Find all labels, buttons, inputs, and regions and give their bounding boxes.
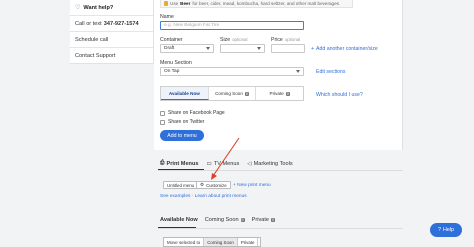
add-item-card: Use Beer for beer, cider, mead, kombucha… (154, 0, 403, 150)
hint-tag: Beer (180, 1, 191, 6)
share-facebook-row[interactable]: Share on Facebook Page (160, 110, 225, 116)
size-label: Size optional (220, 37, 247, 43)
tab-private-label: Private (251, 217, 270, 223)
hint-prefix: Use (170, 1, 179, 6)
hint-rest: for beer, cider, mead, kombucha, hard se… (192, 1, 341, 6)
menu-section-label: Menu Section (160, 60, 192, 66)
tabs-divider (158, 170, 403, 171)
help-title-row: ♡ Want help? (70, 0, 153, 16)
price-optional: optional (284, 37, 301, 42)
add-container-text: Add another container/size (316, 46, 378, 52)
availability-divider (158, 228, 403, 229)
call-row[interactable]: Call or text 347-927-1574 (70, 16, 153, 32)
print-examples-link[interactable]: See examples · Learn about print menus (160, 194, 247, 199)
size-select[interactable] (220, 44, 265, 53)
menu-section-value: On Tap (164, 69, 180, 74)
container-value: Draft (164, 46, 175, 51)
tab-coming-soon[interactable]: Coming Soon 0 (205, 217, 245, 223)
plus-icon: + (311, 46, 315, 52)
tab-marketing-tools[interactable]: ◁ Marketing Tools (247, 161, 292, 167)
help-button[interactable]: ? Help (430, 223, 462, 237)
share-twitter-row[interactable]: Share on Twitter (160, 119, 204, 125)
seg-available-label: Available Now (168, 90, 200, 96)
beer-hint: Use Beer for beer, cider, mead, kombucha… (160, 0, 353, 8)
seg-available-now[interactable]: Available Now (161, 87, 209, 100)
name-input[interactable]: e.g. New Belgium Fat Tire (160, 21, 304, 30)
tab-print-label: Print Menus (166, 160, 199, 167)
help-button-label: Help (442, 227, 455, 233)
size-optional: optional (232, 37, 248, 42)
twitter-checkbox[interactable] (160, 119, 165, 125)
tab-coming-label: Coming Soon (204, 217, 239, 223)
seg-coming-soon[interactable]: Coming Soon 0 (209, 87, 257, 100)
megaphone-icon: ◁ (247, 160, 252, 167)
container-select[interactable]: Draft (160, 44, 214, 53)
name-label: Name (160, 14, 174, 20)
untitled-menu-chip[interactable]: Untitled menu (163, 181, 199, 189)
facebook-checkbox[interactable] (160, 110, 165, 116)
chevron-down-icon (206, 47, 210, 50)
tab-marketing-label: Marketing Tools (253, 160, 293, 167)
add-container-link[interactable]: + Add another container/size (311, 46, 378, 52)
seg-coming-label: Coming Soon (215, 91, 243, 96)
price-input[interactable] (271, 44, 305, 53)
move-selected-bar: Move selected to Coming Soon Private (163, 237, 261, 247)
share-facebook-label: Share on Facebook Page (168, 110, 225, 116)
seg-private-label: Private (269, 91, 284, 96)
seg-private[interactable]: Private 0 (256, 87, 303, 100)
private-count-badge: 0 (271, 218, 276, 222)
help-panel: ♡ Want help? Call or text 347-927-1574 S… (70, 0, 154, 64)
price-label: Price optional (271, 37, 300, 43)
tab-available-now[interactable]: Available Now (160, 217, 198, 223)
schedule-call-link[interactable]: Schedule call (70, 32, 153, 48)
heart-icon: ♡ (75, 5, 81, 11)
menu-section-select[interactable]: On Tap (160, 67, 304, 76)
arrow-shaft (212, 137, 240, 177)
annotation-arrow (211, 137, 240, 180)
help-icon: ? (437, 227, 441, 233)
tab-print-menus[interactable]: ⎙ Print Menus (160, 160, 199, 167)
call-prefix: Call or text (75, 20, 102, 27)
size-label-text: Size (220, 37, 231, 43)
chevron-down-icon (296, 70, 300, 73)
availability-tabs: Available Now Coming Soon 0 Private 0 (160, 217, 276, 223)
coming-count-badge: 0 (240, 218, 245, 222)
edit-sections-link[interactable]: Edit sections (316, 69, 345, 75)
chevron-down-icon (257, 47, 261, 50)
availability-segmented-control: Available Now Coming Soon 0 Private 0 (160, 86, 304, 101)
help-title: Want help? (83, 4, 114, 11)
print-icon: ⎙ (160, 160, 165, 166)
add-to-menu-button[interactable]: Add to menu (160, 130, 204, 141)
container-label: Container (160, 37, 183, 43)
contact-support-link[interactable]: Contact Support (70, 48, 153, 64)
share-twitter-label: Share on Twitter (168, 119, 205, 125)
price-label-text: Price (271, 37, 283, 43)
seg-private-badge: 0 (285, 91, 290, 96)
seg-coming-badge: 0 (244, 91, 249, 96)
gear-icon: ⚙ (200, 182, 204, 187)
tab-private[interactable]: Private 0 (251, 217, 276, 223)
which-should-i-use-link[interactable]: Which should I use? (316, 92, 363, 98)
beer-icon (164, 1, 168, 6)
phone-number[interactable]: 347-927-1574 (104, 21, 139, 27)
